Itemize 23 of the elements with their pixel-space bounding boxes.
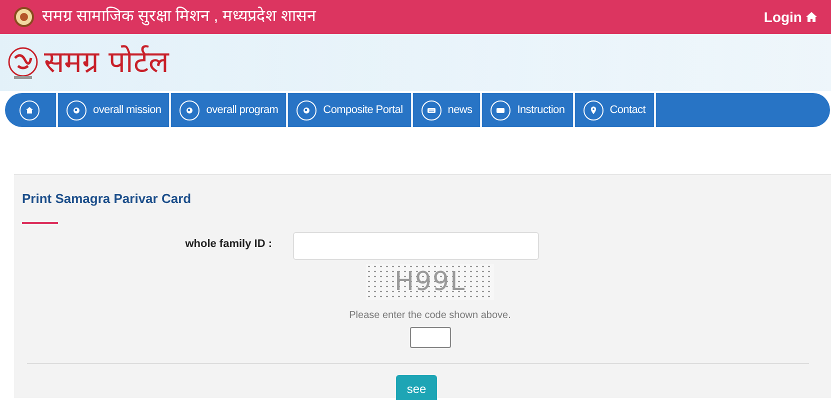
field-label: whole family ID : xyxy=(184,236,272,252)
news-icon xyxy=(420,100,442,120)
nav-item[interactable]: overall mission xyxy=(58,93,172,127)
portal-logo-text: समग्र पोर्टल xyxy=(44,44,169,82)
nav-item[interactable]: news xyxy=(412,93,482,127)
captcha-hint: Please enter the code shown above. xyxy=(349,308,511,322)
title-underline xyxy=(22,222,58,224)
nav-item[interactable]: Composite Portal xyxy=(288,93,413,127)
home-icon xyxy=(19,100,40,120)
nav-item[interactable]: overall program xyxy=(171,93,288,127)
captcha-field[interactable] xyxy=(410,326,450,348)
nav-item[interactable]: Contact xyxy=(574,93,656,127)
logo-icon xyxy=(6,46,40,80)
login-link[interactable]: Login xyxy=(764,6,817,28)
form-title: Print Samagra Parivar Card xyxy=(22,190,192,208)
home-icon xyxy=(806,12,817,22)
nav-item[interactable]: Instruction xyxy=(482,93,575,127)
emblem-icon xyxy=(14,7,34,27)
location-pin-icon xyxy=(582,100,604,120)
see-button[interactable]: see xyxy=(396,374,437,400)
family-id-field[interactable] xyxy=(293,232,539,260)
card-icon xyxy=(490,100,512,120)
header-title: समग्र सामाजिक सुरक्षा मिशन , मध्यप्रदेश शासन xyxy=(42,6,316,28)
